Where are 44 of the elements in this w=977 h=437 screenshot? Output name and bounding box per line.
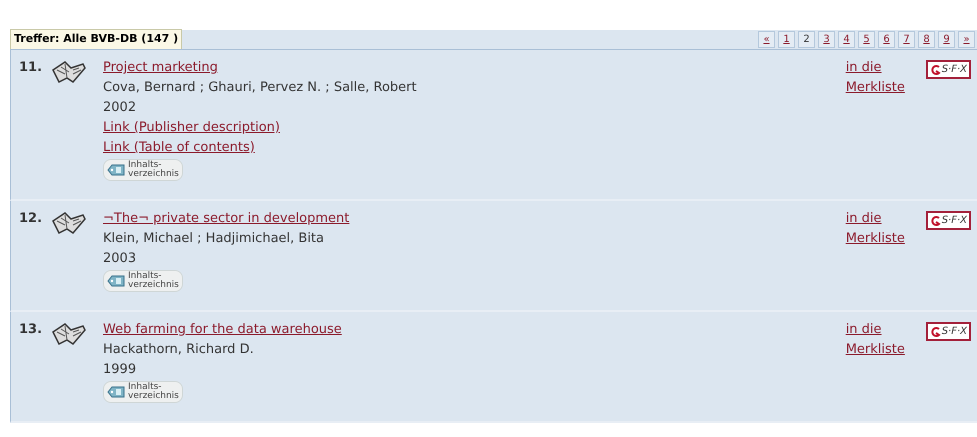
result-number: 12. (19, 210, 44, 228)
page-link[interactable]: « (758, 30, 775, 48)
resource-link[interactable]: Link (Publisher description) (103, 118, 280, 138)
table-of-contents-button[interactable]: Inhalts- verzeichnis (103, 381, 183, 403)
watchlist-link[interactable]: in die Merkliste (846, 58, 926, 98)
title-link[interactable]: Web farming for the data warehouse (103, 320, 342, 340)
swirl-icon (930, 326, 941, 338)
result-number: 11. (19, 59, 44, 77)
page-link[interactable]: 7 (898, 30, 915, 48)
page-link[interactable]: 6 (878, 30, 895, 48)
tag-icon (107, 164, 125, 176)
page-link[interactable]: 5 (858, 30, 875, 48)
swirl-icon (930, 214, 941, 226)
book-icon (51, 211, 87, 237)
sfx-button[interactable]: S·F·X (926, 322, 971, 341)
page-link[interactable]: 9 (938, 30, 955, 48)
title-link[interactable]: Project marketing (103, 58, 218, 78)
authors: Cova, Bernard ; Ghauri, Pervez N. ; Salle, Robert (103, 79, 418, 97)
watchlist-link[interactable]: in die Merkliste (846, 320, 926, 360)
year: 2003 (103, 250, 138, 268)
year: 1999 (103, 361, 138, 379)
sfx-button[interactable]: S·F·X (926, 60, 971, 79)
watchlist-link[interactable]: in die Merkliste (846, 209, 926, 249)
table-of-contents-button[interactable]: Inhalts- verzeichnis (103, 270, 183, 292)
page-link[interactable]: 8 (918, 30, 935, 48)
sfx-button[interactable]: S·F·X (926, 211, 971, 230)
page-link[interactable]: 4 (838, 30, 855, 48)
page-link[interactable]: » (958, 30, 975, 48)
swirl-icon (930, 64, 941, 76)
resource-link[interactable]: Link (Table of contents) (103, 138, 255, 158)
page-link[interactable]: 3 (818, 30, 835, 48)
tag-icon (107, 275, 125, 287)
year: 2002 (103, 99, 138, 117)
book-icon (51, 60, 87, 86)
book-icon (51, 322, 87, 348)
authors: Hackathorn, Richard D. (103, 341, 255, 359)
table-of-contents-button[interactable]: Inhalts- verzeichnis (103, 159, 183, 181)
results-tab[interactable]: Treffer: Alle BVB-DB (147 ) (10, 29, 182, 49)
authors: Klein, Michael ; Hadjimichael, Bita (103, 230, 325, 248)
page-link[interactable]: 1 (778, 30, 795, 48)
tag-icon (107, 386, 125, 398)
title-link[interactable]: ¬The¬ private sector in development (103, 209, 350, 229)
page-link[interactable]: 2 (798, 30, 815, 48)
result-number: 13. (19, 321, 44, 339)
